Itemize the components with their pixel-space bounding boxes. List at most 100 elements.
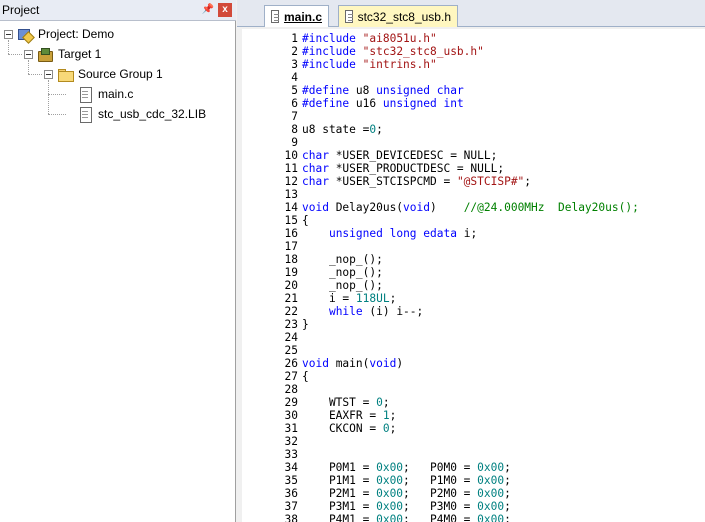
code-text: char *USER_DEVICEDESC = NULL; (302, 149, 498, 162)
line-number: 31 (284, 422, 298, 435)
code-line[interactable]: 26 void main(void) (242, 357, 705, 370)
tree-item-target[interactable]: Target 1 (24, 45, 101, 63)
line-number: 13 (284, 188, 298, 201)
project-icon (17, 26, 33, 42)
code-line[interactable]: 16 unsigned long edata i; (242, 227, 705, 240)
code-line[interactable]: 4 (242, 71, 705, 84)
code-line[interactable]: 29 WTST = 0; (242, 396, 705, 409)
line-number: 33 (284, 448, 298, 461)
code-line[interactable]: 10 char *USER_DEVICEDESC = NULL; (242, 149, 705, 162)
code-text: u8 state =0; (302, 123, 383, 136)
tree-item-label: Source Group 1 (78, 67, 163, 81)
code-text: char *USER_STCISPCMD = "@STCISP#"; (302, 175, 532, 188)
code-line[interactable]: 20 _nop_(); (242, 279, 705, 292)
line-number: 6 (291, 97, 298, 110)
code-line[interactable]: 30 EAXFR = 1; (242, 409, 705, 422)
code-line[interactable]: 21 i = 118UL; (242, 292, 705, 305)
line-number: 26 (284, 357, 298, 370)
code-text: { (302, 214, 309, 227)
target-icon (37, 46, 53, 62)
code-line[interactable]: 2 #include "stc32_stc8_usb.h" (242, 45, 705, 58)
code-line[interactable]: 32 (242, 435, 705, 448)
code-text: unsigned long edata i; (328, 227, 478, 240)
tree-connector (48, 114, 66, 115)
tree-item-label: Target 1 (58, 47, 102, 61)
code-line[interactable]: 25 (242, 344, 705, 357)
tab-stc32-stc8-usb-h[interactable]: stc32_stc8_usb.h (338, 5, 458, 27)
line-number: 30 (284, 409, 298, 422)
line-number: 11 (284, 162, 298, 175)
code-text: P1M1 = 0x00; P1M0 = 0x00; (302, 474, 511, 487)
code-line[interactable]: 14 void Delay20us(void) //@24.000MHz Dela… (242, 201, 705, 214)
code-text: } (302, 318, 309, 331)
collapse-toggle-icon[interactable] (4, 29, 13, 39)
file-icon (345, 10, 353, 23)
code-line[interactable]: 33 (242, 448, 705, 461)
line-number: 17 (284, 240, 298, 253)
collapse-toggle-icon[interactable] (24, 49, 33, 59)
tree-item-lib[interactable]: stc_usb_cdc_32.LIB (77, 105, 206, 123)
code-editor[interactable]: 1 #include "ai8051u.h" 2 #include "stc32_st… (242, 29, 705, 522)
line-number: 22 (284, 305, 298, 318)
line-number: 7 (291, 110, 298, 123)
line-number: 12 (284, 175, 298, 188)
code-text: char *USER_PRODUCTDESC = NULL; (302, 162, 505, 175)
tree-item-source-group[interactable]: Source Group 1 (44, 65, 163, 83)
pin-icon[interactable]: 📌 (201, 3, 215, 17)
line-number: 38 (284, 513, 298, 522)
code-line[interactable]: 1 #include "ai8051u.h" (242, 32, 705, 45)
line-number: 3 (291, 58, 298, 71)
code-line[interactable]: 27 { (242, 370, 705, 383)
code-line[interactable]: 34 P0M1 = 0x00; P0M0 = 0x00; (242, 461, 705, 474)
code-line[interactable]: 37 P3M1 = 0x00; P3M0 = 0x00; (242, 500, 705, 513)
line-number: 10 (284, 149, 298, 162)
collapse-toggle-icon[interactable] (44, 69, 53, 79)
code-line[interactable]: 9 (242, 136, 705, 149)
code-line[interactable]: 12 char *USER_STCISPCMD = "@STCISP#"; (242, 175, 705, 188)
code-text: #define u16 unsigned int (302, 97, 464, 110)
tree-item-project[interactable]: Project: Demo (4, 25, 114, 43)
tree-item-label: main.c (98, 87, 134, 101)
code-line[interactable]: 24 (242, 331, 705, 344)
code-line[interactable]: 18 _nop_(); (242, 253, 705, 266)
code-text: #define u8 unsigned char (302, 84, 464, 97)
code-line[interactable]: 38 P4M1 = 0x00; P4M0 = 0x00; (242, 513, 705, 522)
line-number: 15 (284, 214, 298, 227)
close-icon[interactable]: x (218, 3, 232, 17)
code-text: P4M1 = 0x00; P4M0 = 0x00; (302, 513, 511, 522)
code-line[interactable]: 3 #include "intrins.h" (242, 58, 705, 71)
code-line[interactable]: 22 while (i) i--; (242, 305, 705, 318)
tab-main-c[interactable]: main.c (264, 5, 329, 27)
code-text: void main(void) (302, 357, 404, 370)
project-panel-title: Project (2, 3, 40, 17)
line-number: 5 (291, 84, 298, 97)
code-line[interactable]: 17 (242, 240, 705, 253)
line-number: 34 (284, 461, 298, 474)
editor-area: main.c stc32_stc8_usb.h 1 #include "ai805… (237, 0, 705, 522)
line-number: 8 (291, 123, 298, 136)
code-line[interactable]: 8 u8 state =0; (242, 123, 705, 136)
code-line[interactable]: 36 P2M1 = 0x00; P2M0 = 0x00; (242, 487, 705, 500)
code-line[interactable]: 6 #define u16 unsigned int (242, 97, 705, 110)
code-text: P3M1 = 0x00; P3M0 = 0x00; (302, 500, 511, 513)
code-line[interactable]: 31 CKCON = 0; (242, 422, 705, 435)
code-line[interactable]: 23} (242, 318, 705, 331)
line-number: 9 (291, 136, 298, 149)
code-line[interactable]: 5 #define u8 unsigned char (242, 84, 705, 97)
tree-item-main-c[interactable]: main.c (77, 85, 133, 103)
code-line[interactable]: 7 (242, 110, 705, 123)
code-line[interactable]: 28 (242, 383, 705, 396)
line-number: 18 (284, 253, 298, 266)
line-number: 20 (284, 279, 298, 292)
code-line[interactable]: 15 { (242, 214, 705, 227)
line-number: 19 (284, 266, 298, 279)
code-line[interactable]: 11 char *USER_PRODUCTDESC = NULL; (242, 162, 705, 175)
code-text: _nop_(); (302, 266, 383, 279)
line-number: 25 (284, 344, 298, 357)
code-line[interactable]: 13 (242, 188, 705, 201)
code-line[interactable]: 35 P1M1 = 0x00; P1M0 = 0x00; (242, 474, 705, 487)
code-line[interactable]: 19 _nop_(); (242, 266, 705, 279)
folder-icon (57, 66, 74, 82)
code-text: #include "intrins.h" (302, 58, 437, 71)
file-icon (77, 86, 93, 103)
